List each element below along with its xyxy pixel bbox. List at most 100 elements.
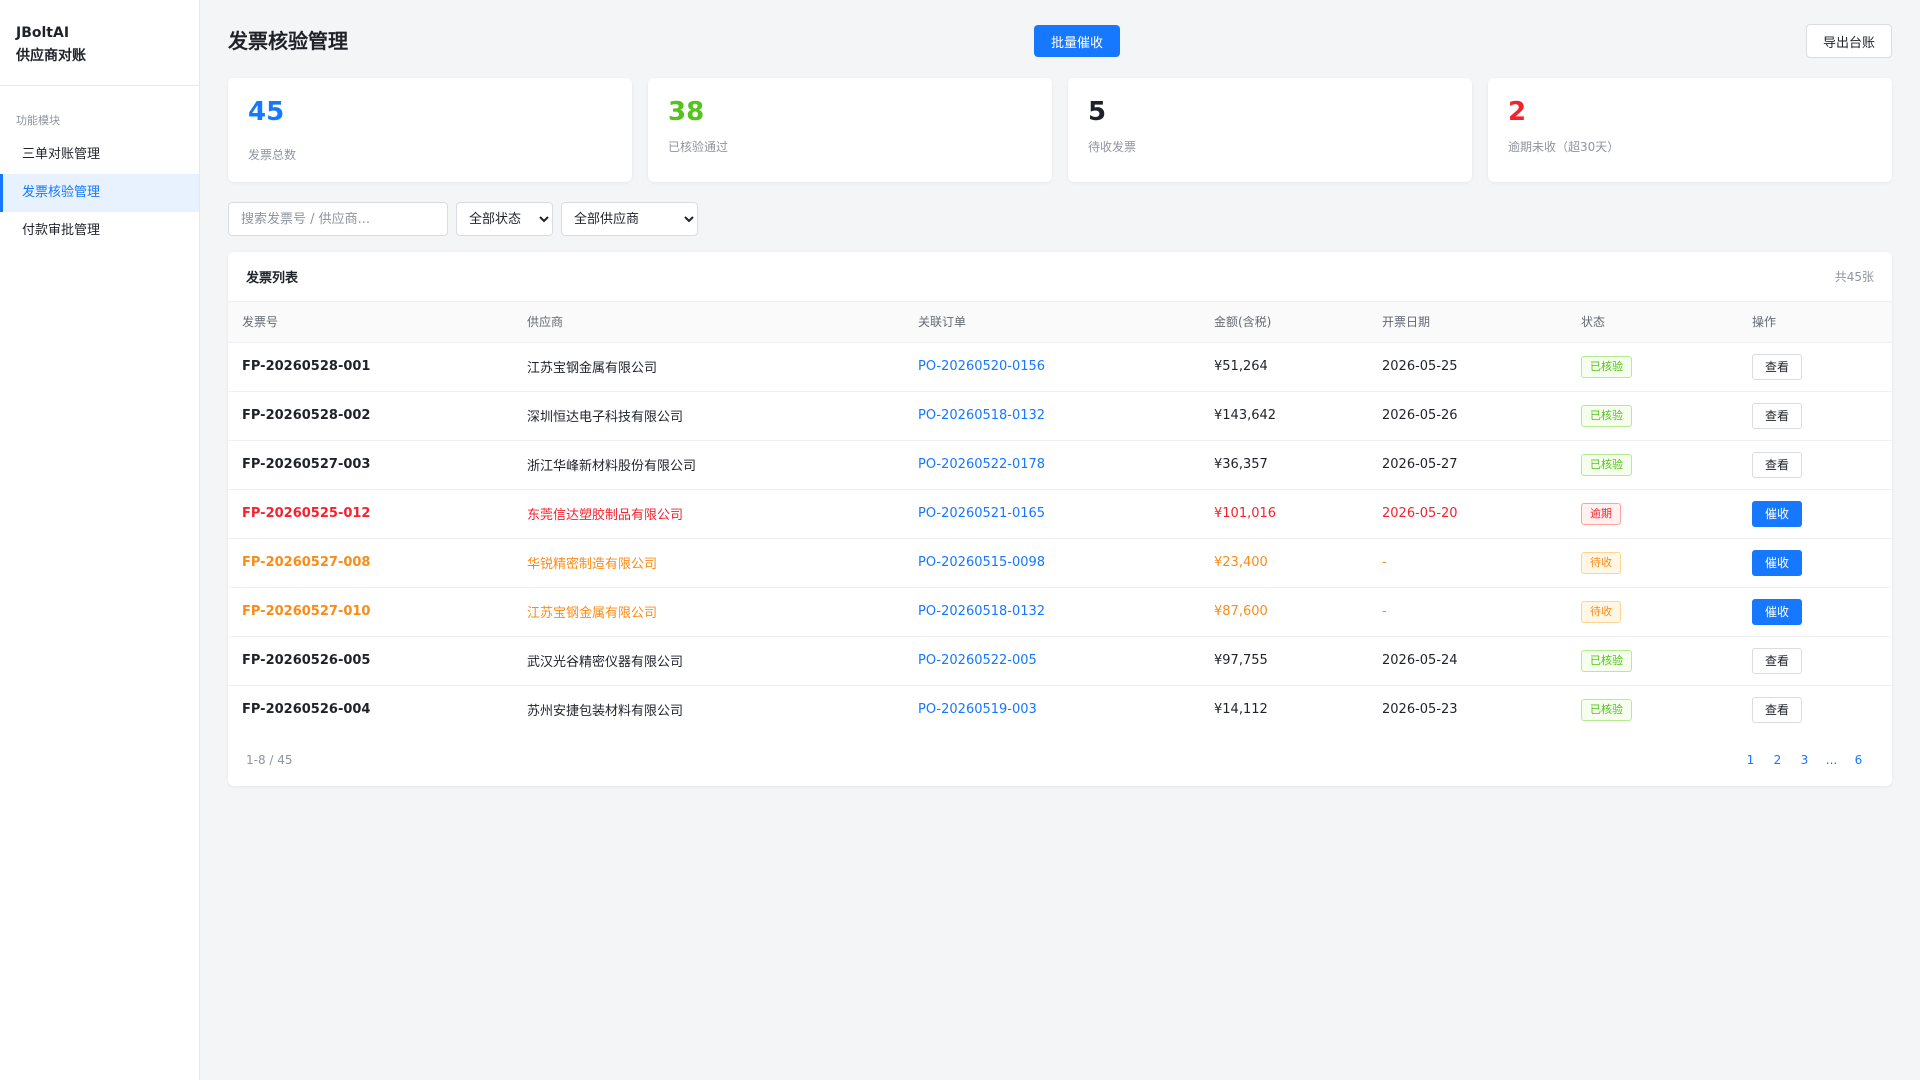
supplier-select[interactable]: 全部供应商	[561, 202, 698, 236]
stat-value: 38	[668, 97, 705, 127]
pagination-range: 1-8 / 45	[246, 753, 293, 767]
table-row: FP-20260525-012 东莞信达塑胶制品有限公司 PO-20260521-0…	[228, 489, 1892, 539]
urge-button[interactable]: 催收	[1752, 549, 1802, 576]
table-title: 发票列表	[246, 271, 299, 286]
view-button[interactable]: 查看	[1752, 402, 1802, 429]
col-invoice: 发票号	[228, 302, 513, 343]
status-cell: 待收	[1567, 587, 1738, 637]
table-body: FP-20260528-001 江苏宝钢金属有限公司 PO-20260520-015…	[228, 342, 1892, 734]
stat-card-pending: 5 待收发票	[1068, 78, 1472, 182]
urge-button[interactable]: 催收	[1752, 598, 1802, 625]
supplier-name: 武汉光谷精密仪器有限公司	[513, 636, 904, 686]
view-button[interactable]: 查看	[1752, 696, 1802, 723]
po-link[interactable]: PO-20260521-0165	[904, 489, 1200, 539]
table-row: FP-20260526-005 武汉光谷精密仪器有限公司 PO-20260522-0…	[228, 636, 1892, 686]
table-footer: 1-8 / 45 1 2 3... 6	[228, 734, 1892, 786]
status-cell: 已核验	[1567, 636, 1738, 686]
po-link[interactable]: PO-20260522-005	[904, 636, 1200, 686]
stat-card-total: 45 发票总数	[228, 78, 632, 182]
table-head: 发票号 供应商 关联订单 金额(含税) 开票日期 状态 操作	[228, 302, 1892, 343]
stat-card-overdue: 2 逾期未收（超30天）	[1488, 78, 1892, 182]
invoice-table: 发票号 供应商 关联订单 金额(含税) 开票日期 状态 操作 FP-202605…	[228, 302, 1892, 734]
table-row: FP-20260528-002 深圳恒达电子科技有限公司 PO-20260518-0…	[228, 391, 1892, 441]
status-cell: 逾期	[1567, 489, 1738, 539]
status-cell: 已核验	[1567, 391, 1738, 441]
po-link[interactable]: PO-20260518-0132	[904, 587, 1200, 637]
brand: JBoltAI 供应商对账	[0, 0, 199, 86]
po-link[interactable]: PO-20260522-0178	[904, 440, 1200, 490]
pagination: 1 2 3... 6	[1737, 753, 1872, 767]
invoice-number: FP-20260527-010	[228, 587, 513, 637]
issue-date: 2026-05-24	[1368, 636, 1567, 686]
invoice-number: FP-20260528-001	[228, 342, 513, 392]
po-link[interactable]: PO-20260515-0098	[904, 538, 1200, 588]
col-action: 操作	[1738, 302, 1892, 343]
table-row: FP-20260528-001 江苏宝钢金属有限公司 PO-20260520-015…	[228, 342, 1892, 392]
stat-value: 45	[248, 97, 285, 127]
amount: ¥101,016	[1200, 489, 1368, 539]
sidebar-item-payment-approval[interactable]: 付款审批管理	[0, 212, 199, 250]
batch-urge-button[interactable]: 批量催收	[1034, 25, 1121, 57]
supplier-name: 江苏宝钢金属有限公司	[513, 342, 904, 392]
supplier-name: 浙江华峰新材料股份有限公司	[513, 440, 904, 490]
issue-date: 2026-05-26	[1368, 391, 1567, 441]
action-cell: 查看	[1738, 391, 1892, 441]
stat-value: 5	[1088, 97, 1107, 127]
amount: ¥14,112	[1214, 702, 1268, 718]
pagination-ellipsis: ...	[1825, 753, 1838, 767]
export-ledger-button[interactable]: 导出台账	[1805, 24, 1892, 58]
status-badge: 已核验	[1581, 404, 1632, 427]
search-input[interactable]	[228, 202, 448, 236]
po-link[interactable]: PO-20260520-0156	[904, 342, 1200, 392]
amount: ¥87,600	[1200, 587, 1368, 637]
pagination-page[interactable]: 3	[1791, 753, 1818, 767]
invoice-number: FP-20260527-003	[228, 440, 513, 490]
status-cell: 待收	[1567, 538, 1738, 588]
status-badge: 已核验	[1581, 698, 1632, 721]
amount: ¥36,357	[1200, 440, 1368, 490]
sidebar-item-invoice-verify[interactable]: 发票核验管理	[0, 174, 199, 212]
table-head-row: 发票号 供应商 关联订单 金额(含税) 开票日期 状态 操作	[228, 302, 1892, 343]
stat-label: 发票总数	[248, 148, 297, 162]
issue-date: -	[1368, 587, 1567, 637]
urge-button[interactable]: 催收	[1752, 500, 1802, 527]
po-link[interactable]: PO-20260519-003	[904, 685, 1200, 734]
pagination-page[interactable]: 1	[1737, 753, 1764, 767]
table-count: 共45张	[1834, 270, 1874, 284]
supplier-name: 东莞信达塑胶制品有限公司	[513, 489, 904, 539]
col-po: 关联订单	[904, 302, 1200, 343]
stat-value: 2	[1508, 97, 1527, 127]
status-cell: 已核验	[1567, 342, 1738, 392]
stat-label: 逾期未收（超30天）	[1508, 140, 1620, 154]
po-link[interactable]: PO-20260518-0132	[904, 391, 1200, 441]
table-header-bar: 发票列表 共45张	[228, 252, 1892, 302]
view-button[interactable]: 查看	[1752, 647, 1802, 674]
page-title: 发票核验管理	[228, 28, 348, 53]
supplier-name: 华锐精密制造有限公司	[513, 538, 904, 588]
view-button[interactable]: 查看	[1752, 451, 1802, 478]
status-badge: 已核验	[1581, 453, 1632, 476]
pagination-page[interactable]: 6	[1845, 753, 1872, 767]
pagination-page[interactable]: 2	[1764, 753, 1791, 767]
brand-name: JBoltAI	[16, 25, 70, 41]
topbar: 发票核验管理 批量催收 导出台账	[228, 0, 1892, 78]
col-status: 状态	[1567, 302, 1738, 343]
status-badge: 待收	[1581, 551, 1621, 574]
table-row: FP-20260527-008 华锐精密制造有限公司 PO-20260515-009…	[228, 538, 1892, 588]
invoice-table-card: 发票列表 共45张 发票号 供应商 关联订单 金额(含税) 开票日期 状态 操作…	[228, 252, 1892, 786]
col-supplier: 供应商	[513, 302, 904, 343]
status-select[interactable]: 全部状态	[456, 202, 553, 236]
action-cell: 催收	[1738, 489, 1892, 539]
invoice-number: FP-20260526-004	[242, 702, 371, 718]
amount: ¥97,755	[1200, 636, 1368, 686]
action-cell: 查看	[1738, 636, 1892, 686]
status-cell: 已核验	[1567, 685, 1738, 734]
issue-date: 2026-05-20	[1368, 489, 1567, 539]
col-date: 开票日期	[1368, 302, 1567, 343]
amount: ¥143,642	[1200, 391, 1368, 441]
table-row: FP-20260527-010 江苏宝钢金属有限公司 PO-20260518-013…	[228, 587, 1892, 637]
view-button[interactable]: 查看	[1752, 353, 1802, 380]
invoice-number: FP-20260528-002	[228, 391, 513, 441]
sidebar-item-three-way-match[interactable]: 三单对账管理	[0, 136, 199, 174]
status-badge: 逾期	[1581, 502, 1621, 525]
